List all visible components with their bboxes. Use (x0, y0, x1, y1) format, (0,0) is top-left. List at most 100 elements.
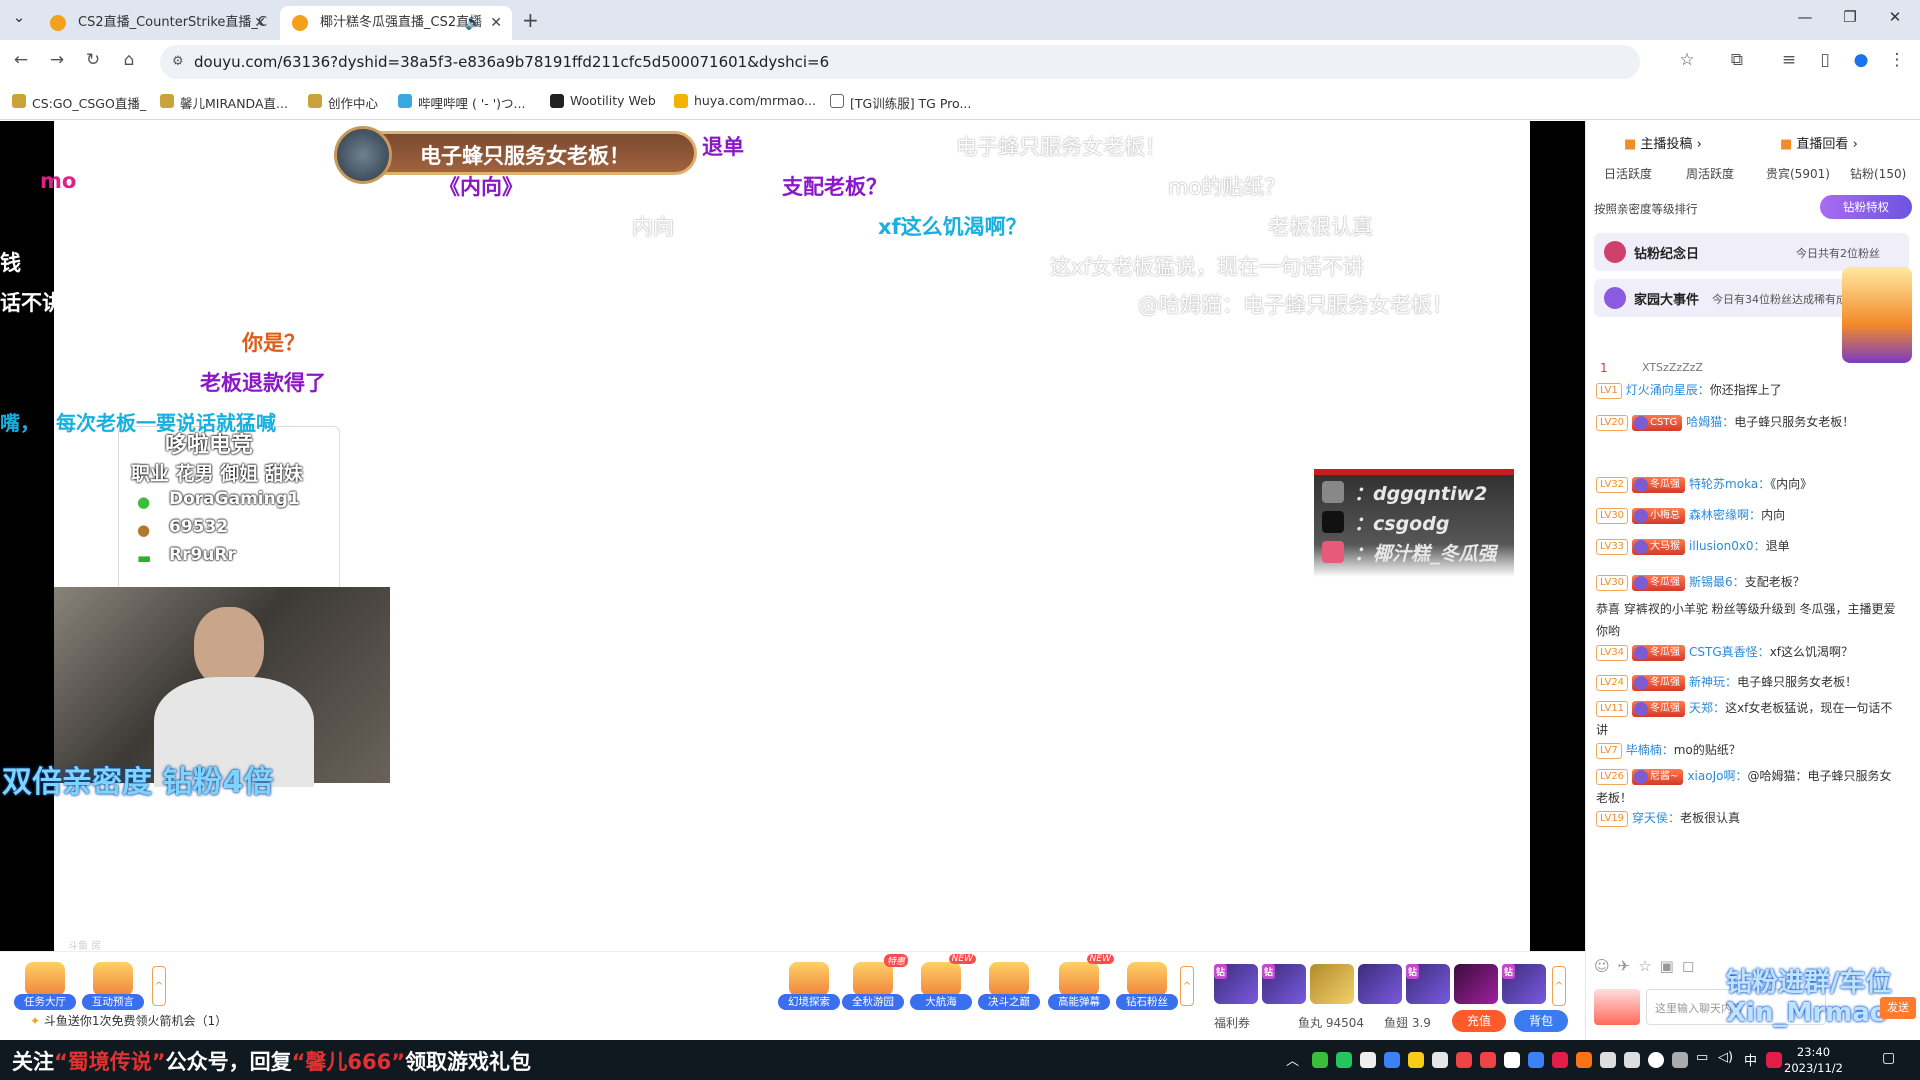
tab-daily-activity[interactable]: 日活跃度 (1604, 165, 1652, 182)
profile-icon[interactable]: ● (1848, 50, 1874, 74)
fan-halloween-event-icon[interactable] (1842, 267, 1912, 363)
bookmark-item[interactable]: huya.com/mrmao... (674, 93, 816, 108)
replay-link[interactable]: ■ 直播回看 › (1780, 133, 1858, 152)
reload-icon[interactable]: ↻ (80, 50, 106, 74)
volume-icon[interactable]: ◁) (1718, 1050, 1733, 1065)
expand-gifts-icon[interactable]: ^ (1180, 966, 1194, 1006)
bookmark-star-icon[interactable]: ☆ (1674, 50, 1700, 74)
fan-badge[interactable]: 冬瓜强 (1632, 644, 1686, 661)
chat-username[interactable]: illusion0x0： (1689, 539, 1766, 553)
coupon-link[interactable]: 福利券 (1214, 1014, 1250, 1031)
chat-username[interactable]: 穿天侯： (1632, 811, 1680, 825)
tray-icon[interactable] (1456, 1052, 1472, 1068)
gift-autumn[interactable]: 特惠 全秋游园 (842, 954, 908, 1010)
bookmark-item[interactable]: CS:GO_CSGO直播_ (12, 93, 146, 112)
address-bar[interactable]: ⚙ douyu.com/63136?dyshid=38a5f3-e836a9b7… (160, 45, 1640, 79)
media-control-icon[interactable]: ≡ (1776, 50, 1802, 74)
chat-username[interactable]: 天郑： (1689, 701, 1725, 715)
forward-icon[interactable]: → (44, 50, 70, 74)
fan-anniversary-panel[interactable]: 钻粉纪念日 今日共有2位粉丝 (1594, 233, 1909, 271)
audio-playing-icon[interactable]: 🔊 (465, 6, 482, 40)
site-info-icon[interactable]: ⚙ (172, 45, 184, 79)
fans-gift[interactable]: 钻 (1502, 964, 1546, 1004)
prediction-button[interactable]: 互动预言 (82, 962, 144, 1010)
bookmark-item[interactable]: 创作中心 (308, 93, 378, 112)
fan-badge[interactable]: CSTG (1632, 414, 1683, 431)
bookmark-item[interactable]: 哔哩哔哩 ( '- ')つ... (398, 93, 525, 112)
fans-gift[interactable]: 钻 (1214, 964, 1258, 1004)
extensions-icon[interactable]: ⧉ (1724, 50, 1750, 74)
tray-expand-icon[interactable]: ︿ (1286, 1050, 1299, 1069)
tray-icon[interactable] (1336, 1052, 1352, 1068)
tray-icon[interactable] (1432, 1052, 1448, 1068)
side-panel-icon[interactable]: ▯ (1812, 50, 1838, 74)
chat-username[interactable]: 森林密缘啊： (1689, 508, 1761, 522)
top-rank-name[interactable]: XTSzZzZzZ (1642, 361, 1703, 374)
recharge-button[interactable]: 充值 (1452, 1010, 1506, 1032)
fan-badge[interactable]: 冬瓜强 (1632, 476, 1686, 493)
tray-icon[interactable] (1576, 1052, 1592, 1068)
fans-gift[interactable] (1454, 964, 1498, 1004)
tray-icon[interactable] (1480, 1052, 1496, 1068)
gift-illusion[interactable]: 幻境探索 (778, 962, 840, 1010)
gift-voyage[interactable]: NEW 大航海 (910, 954, 976, 1010)
tab-stream-active[interactable]: 椰汁糕冬瓜强直播_CS2直播 🔊 ✕ (280, 6, 512, 40)
close-tab-icon[interactable]: ✕ (490, 6, 502, 40)
chat-username[interactable]: 特轮苏moka： (1689, 477, 1770, 491)
tab-vip[interactable]: 贵宾(5901) (1766, 165, 1830, 182)
ime-indicator[interactable]: 中 (1744, 1050, 1757, 1069)
home-icon[interactable]: ⌂ (116, 50, 142, 74)
fan-badge[interactable]: 冬瓜强 (1632, 700, 1686, 717)
tray-icon[interactable] (1672, 1052, 1688, 1068)
expand-fans-icon[interactable]: ^ (1552, 966, 1566, 1006)
video-player[interactable]: 钱 话不讲 电子蜂只服务女老板！ 退单 《内向》 支配老板？ xf这么饥渴啊？ … (0, 121, 1585, 952)
tray-icon[interactable] (1360, 1052, 1376, 1068)
bluetooth-icon[interactable] (1384, 1052, 1400, 1068)
free-rocket-note[interactable]: ✦ 斗鱼送你1次免费领火箭机会（1） (30, 1012, 227, 1029)
bookmark-item[interactable]: 馨儿MIRANDA直... (160, 93, 288, 112)
close-window-icon[interactable]: ✕ (1880, 8, 1910, 26)
chat-tools[interactable]: ☺✈☆▣◻ (1594, 957, 1702, 975)
system-clock[interactable]: 23:40 2023/11/2 (1784, 1044, 1843, 1076)
tray-icon[interactable] (1408, 1052, 1424, 1068)
sogou-icon[interactable] (1766, 1052, 1782, 1068)
menu-icon[interactable]: ⋮ (1884, 50, 1910, 74)
notification-icon[interactable]: ▢ (1882, 1050, 1895, 1066)
chat-username[interactable]: 灯火涌向星辰： (1626, 383, 1710, 397)
fan-badge[interactable]: 冬瓜强 (1632, 574, 1686, 591)
tray-icon[interactable] (1624, 1052, 1640, 1068)
steam-tray-icon[interactable] (1600, 1052, 1616, 1068)
fan-badge-selector[interactable] (1594, 989, 1640, 1025)
streamer-posts-link[interactable]: ■ 主播投稿 › (1624, 133, 1702, 152)
gift-high-danmaku[interactable]: NEW 高能弹幕 (1048, 954, 1114, 1010)
fan-badge[interactable]: 大马猴 (1632, 538, 1686, 555)
chat-username[interactable]: CSTG真香怪： (1689, 645, 1770, 659)
tab-list-dropdown-icon[interactable]: ⌄ (4, 8, 34, 26)
microphone-icon[interactable] (1648, 1052, 1664, 1068)
chat-username[interactable]: 毕楠楠： (1626, 743, 1674, 757)
fans-gift[interactable]: 钻 (1262, 964, 1306, 1004)
tray-icon[interactable] (1312, 1052, 1328, 1068)
fan-badge[interactable]: 冬瓜强 (1632, 674, 1686, 691)
fans-gift[interactable] (1358, 964, 1402, 1004)
backpack-button[interactable]: 背包 (1514, 1010, 1568, 1032)
chat-username[interactable]: 新神玩： (1689, 675, 1737, 689)
gift-diamond-fans[interactable]: 钻石粉丝 (1116, 962, 1178, 1010)
close-tab-icon[interactable]: ✕ (254, 6, 266, 40)
back-icon[interactable]: ← (8, 50, 34, 74)
task-hall-button[interactable]: 任务大厅 (14, 962, 76, 1010)
fan-badge[interactable]: 小梅总 (1632, 507, 1686, 524)
tab-diamond-fans[interactable]: 钻粉(150) (1850, 165, 1906, 182)
restore-icon[interactable]: ❐ (1835, 8, 1865, 26)
tray-icon[interactable] (1504, 1052, 1520, 1068)
fan-badge[interactable]: 尼酱~ (1632, 768, 1684, 785)
chat-username[interactable]: 斯锡最6： (1689, 575, 1745, 589)
tab-weekly-activity[interactable]: 周活跃度 (1686, 165, 1734, 182)
tab-cs2-live[interactable]: CS2直播_CounterStrike直播_C ✕ (38, 6, 276, 40)
bookmark-item[interactable]: [TG训练服] TG Pro... (830, 93, 971, 112)
diamond-privilege-button[interactable]: 钻粉特权 (1820, 195, 1912, 219)
fans-gift[interactable] (1310, 964, 1354, 1004)
tray-icon[interactable] (1552, 1052, 1568, 1068)
send-button[interactable]: 发送 (1880, 997, 1916, 1019)
tray-icon[interactable] (1528, 1052, 1544, 1068)
